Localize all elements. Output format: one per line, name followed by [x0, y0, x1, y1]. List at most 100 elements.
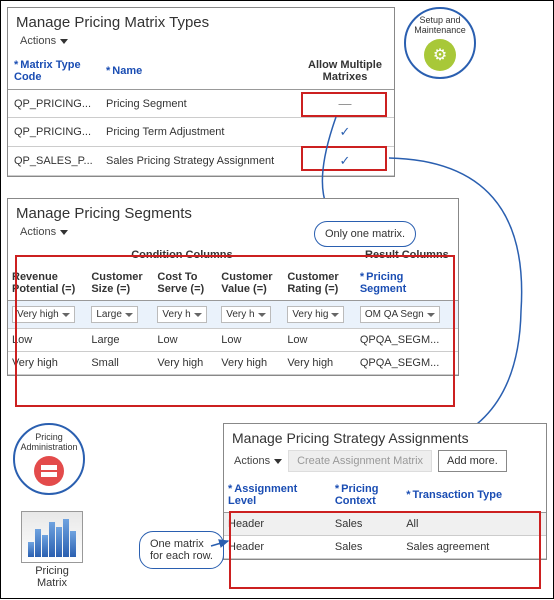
chevron-down-icon: [125, 313, 133, 317]
table-row[interactable]: Very highSmallVery highVery highVery hig…: [8, 352, 458, 375]
manage-strategy-assignments-panel: Manage Pricing Strategy Assignments Acti…: [223, 423, 547, 560]
cell: Very high: [217, 352, 283, 375]
matrix-icon-label: Pricing Matrix: [15, 565, 89, 589]
badge-setup-l1: Setup and: [419, 15, 460, 25]
cell: Low: [153, 329, 217, 352]
chevron-down-icon: [60, 230, 68, 235]
cell: Large: [87, 301, 153, 329]
col-assign-level[interactable]: *Assignment Level: [224, 478, 331, 513]
cell: Low: [217, 329, 283, 352]
cell-code: QP_SALES_P...: [8, 147, 100, 176]
col-size[interactable]: Customer Size (=): [87, 266, 153, 301]
cell-code: QP_PRICING...: [8, 118, 100, 147]
col-pricing-context[interactable]: *Pricing Context: [331, 478, 402, 513]
cell: Small: [87, 352, 153, 375]
cell: Low: [283, 329, 356, 352]
col-segment[interactable]: *Pricing Segment: [356, 266, 458, 301]
col-matrix-type-code[interactable]: *Matrix Type Code: [8, 53, 100, 90]
dropdown[interactable]: Large: [91, 306, 138, 323]
chevron-down-icon: [258, 313, 266, 317]
callout-each-row: One matrix for each row.: [139, 531, 224, 569]
dropdown[interactable]: Very hig: [287, 306, 344, 323]
table-row[interactable]: HeaderSalesSales agreement: [224, 536, 546, 559]
assignments-table: *Assignment Level *Pricing Context *Tran…: [224, 478, 546, 559]
panel1-title: Manage Pricing Matrix Types: [8, 8, 394, 33]
col-rating[interactable]: Customer Rating (=): [283, 266, 356, 301]
table-row[interactable]: QP_PRICING...Pricing Segment —: [8, 90, 394, 118]
cell-code: QP_PRICING...: [8, 90, 100, 118]
dropdown[interactable]: Very h: [157, 306, 206, 323]
table-row[interactable]: QP_SALES_P...Sales Pricing Strategy Assi…: [8, 147, 394, 176]
table-row[interactable]: Very high Large Very h Very h Very hig OM QA …: [8, 301, 458, 329]
panel2-actions-menu[interactable]: Actions: [8, 224, 78, 244]
cell-level: Header: [224, 536, 331, 559]
cell-name: Pricing Term Adjustment: [100, 118, 296, 147]
check-icon: ✓: [302, 153, 388, 169]
gear-icon: ⚙: [424, 39, 456, 71]
dropdown[interactable]: Very h: [221, 306, 270, 323]
cell: Very high: [153, 352, 217, 375]
cell: Very h: [153, 301, 217, 329]
badge-admin-l1: Pricing: [35, 432, 63, 442]
col-revenue[interactable]: Revenue Potential (=): [8, 266, 87, 301]
col-name[interactable]: *Name: [100, 53, 296, 90]
pricing-matrix-icon-block[interactable]: Pricing Matrix: [15, 511, 89, 589]
chevron-down-icon: [331, 313, 339, 317]
cell-level: Header: [224, 513, 331, 536]
chevron-down-icon: [60, 39, 68, 44]
cell-name: Sales Pricing Strategy Assignment: [100, 147, 296, 176]
col-allow-multiple[interactable]: Allow Multiple Matrixes: [296, 53, 394, 90]
cell-allow: —: [296, 90, 394, 118]
cell: Large: [87, 329, 153, 352]
actions-label: Actions: [234, 455, 270, 467]
segments-table: Condition Columns Result Columns Revenue…: [8, 244, 458, 375]
cell: OM QA Segn: [356, 301, 458, 329]
table-row[interactable]: QP_PRICING...Pricing Term Adjustment ✓: [8, 118, 394, 147]
col-cost[interactable]: Cost To Serve (=): [153, 266, 217, 301]
cell-context: Sales: [331, 536, 402, 559]
check-icon: ✓: [302, 124, 388, 140]
matrix-types-table: *Matrix Type Code *Name Allow Multiple M…: [8, 53, 394, 176]
table-row[interactable]: HeaderSalesAll: [224, 513, 546, 536]
callout-only-one: Only one matrix.: [314, 221, 416, 247]
panel1-actions-menu[interactable]: Actions: [8, 33, 78, 53]
cell: QPQA_SEGM...: [356, 329, 458, 352]
chevron-down-icon: [62, 313, 70, 317]
table-row[interactable]: LowLargeLowLowLowQPQA_SEGM...: [8, 329, 458, 352]
cell: QPQA_SEGM...: [356, 352, 458, 375]
chevron-down-icon: [194, 313, 202, 317]
group-result-columns: Result Columns: [356, 244, 458, 266]
actions-label: Actions: [20, 226, 56, 238]
dash-icon: —: [302, 96, 388, 111]
chevron-down-icon: [427, 313, 435, 317]
chevron-down-icon: [274, 459, 282, 464]
panel3-actions-menu[interactable]: Actions: [234, 455, 282, 467]
badge-admin-l2: Administration: [20, 442, 77, 452]
badge-setup-l2: Maintenance: [414, 25, 466, 35]
group-condition-columns: Condition Columns: [8, 244, 356, 266]
col-transaction-type[interactable]: *Transaction Type: [402, 478, 546, 513]
create-assignment-matrix-button[interactable]: Create Assignment Matrix: [288, 450, 432, 472]
cell: Very high: [283, 352, 356, 375]
dropdown[interactable]: Very high: [12, 306, 75, 323]
cell: Very hig: [283, 301, 356, 329]
col-value[interactable]: Customer Value (=): [217, 266, 283, 301]
cell-allow: ✓: [296, 118, 394, 147]
dropdown[interactable]: OM QA Segn: [360, 306, 440, 323]
cell: Very high: [8, 352, 87, 375]
cell-allow: ✓: [296, 147, 394, 176]
actions-label: Actions: [20, 35, 56, 47]
cell: Very h: [217, 301, 283, 329]
cell-ttype: Sales agreement: [402, 536, 546, 559]
cell: Very high: [8, 301, 87, 329]
manage-pricing-matrix-types-panel: Manage Pricing Matrix Types Actions *Mat…: [7, 7, 395, 177]
cell: Low: [8, 329, 87, 352]
setup-maintenance-badge: Setup andMaintenance ⚙: [404, 7, 476, 79]
pricing-card-icon: [34, 456, 64, 486]
cell-context: Sales: [331, 513, 402, 536]
panel3-title: Manage Pricing Strategy Assignments: [224, 424, 546, 448]
matrix-chart-icon: [21, 511, 83, 563]
cell-name: Pricing Segment: [100, 90, 296, 118]
cell-ttype: All: [402, 513, 546, 536]
add-more-button[interactable]: Add more.: [438, 450, 507, 472]
